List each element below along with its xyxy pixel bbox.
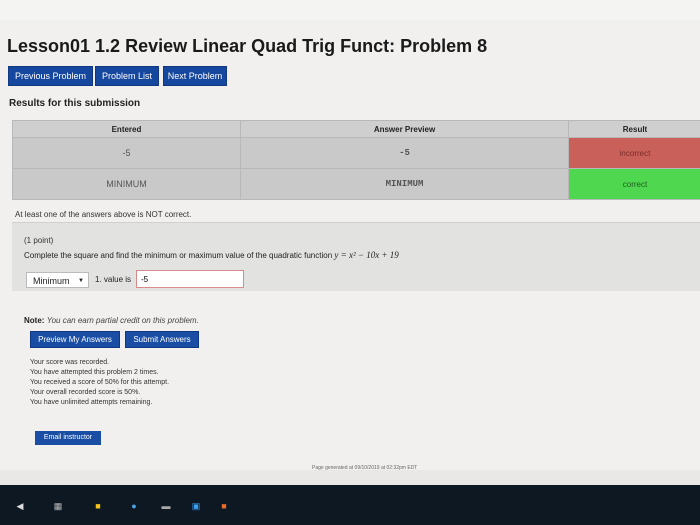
result-incorrect-cell: incorrect xyxy=(568,137,700,169)
not-correct-warning: At least one of the answers above is NOT… xyxy=(15,210,192,219)
header-answer-preview: Answer Preview xyxy=(240,120,569,138)
status-line: Your score was recorded. xyxy=(30,359,110,366)
table-header-row: Entered Answer Preview Result xyxy=(12,120,700,138)
point-value: (1 point) xyxy=(24,236,54,245)
value-label: 1. value is xyxy=(95,275,132,284)
page-footer: Page generated at 09/10/2019 at 02:32pm … xyxy=(312,465,418,471)
status-line: Your overall recorded score is 50%. xyxy=(30,389,141,396)
previous-problem-button[interactable]: Previous Problem xyxy=(8,66,93,86)
header-result: Result xyxy=(568,120,700,138)
status-line: You received a score of 50% for this att… xyxy=(30,379,170,386)
min-max-select[interactable]: Minimum ▼ xyxy=(26,272,89,288)
question-text: Complete the square and find the minimum… xyxy=(24,251,333,260)
status-line: You have unlimited attempts remaining. xyxy=(30,399,153,406)
table-row: MINIMUM MINIMUM correct xyxy=(12,168,700,200)
preview-cell: MINIMUM xyxy=(240,168,569,200)
result-correct-cell: correct xyxy=(568,168,700,200)
back-icon[interactable]: ◀ xyxy=(14,501,26,511)
quadratic-formula: y = x² − 10x + 19 xyxy=(334,250,399,260)
windows-icon[interactable]: ▣ xyxy=(190,501,202,511)
browser-top-strip xyxy=(0,0,700,20)
app-icon[interactable]: ■ xyxy=(92,501,104,511)
header-entered: Entered xyxy=(12,120,241,138)
problem-question: Complete the square and find the minimum… xyxy=(24,250,399,260)
status-line: You have attempted this problem 2 times. xyxy=(30,369,159,376)
powerpoint-icon[interactable]: ■ xyxy=(218,501,230,511)
results-heading: Results for this submission xyxy=(9,98,141,109)
calculator-icon[interactable]: ▦ xyxy=(52,501,64,511)
entered-cell: -5 xyxy=(12,137,241,169)
preview-answers-button[interactable]: Preview My Answers xyxy=(30,331,120,348)
results-table: Entered Answer Preview Result -5 -5 inco… xyxy=(12,120,700,200)
terminal-icon[interactable]: ▬ xyxy=(160,501,172,511)
partial-credit-note: Note: You can earn partial credit on thi… xyxy=(24,316,199,325)
email-instructor-button[interactable]: Email instructor xyxy=(35,431,101,445)
preview-cell: -5 xyxy=(240,137,569,169)
select-value: Minimum xyxy=(33,276,70,286)
next-problem-button[interactable]: Next Problem xyxy=(163,66,227,86)
note-text: You can earn partial credit on this prob… xyxy=(46,316,199,325)
table-row: -5 -5 incorrect xyxy=(12,137,700,169)
problem-list-button[interactable]: Problem List xyxy=(95,66,159,86)
score-status: Your score was recorded. You have attemp… xyxy=(30,358,169,408)
answer-input[interactable] xyxy=(136,270,244,288)
chevron-down-icon: ▼ xyxy=(78,278,84,284)
page-title: Lesson01 1.2 Review Linear Quad Trig Fun… xyxy=(7,36,488,56)
chrome-icon[interactable]: ● xyxy=(128,501,140,511)
entered-cell: MINIMUM xyxy=(12,168,241,200)
submit-answers-button[interactable]: Submit Answers xyxy=(125,331,199,348)
note-label: Note: xyxy=(24,316,45,325)
taskbar xyxy=(0,485,700,525)
